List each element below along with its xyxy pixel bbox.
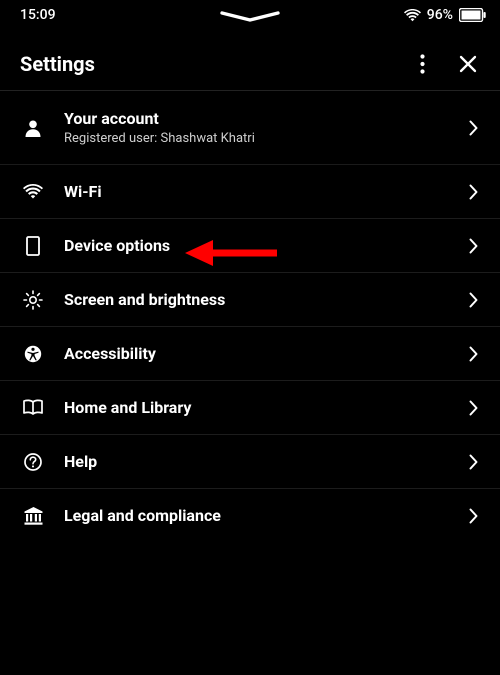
settings-item-title: Screen and brightness (64, 290, 459, 310)
chevron-right-icon (469, 292, 478, 308)
settings-item-wifi[interactable]: Wi-Fi (0, 165, 500, 219)
settings-item-accessibility[interactable]: Accessibility (0, 327, 500, 381)
settings-item-help[interactable]: Help (0, 435, 500, 489)
more-vertical-icon (420, 54, 425, 74)
accessibility-icon (20, 345, 46, 363)
settings-item-title: Device options (64, 236, 459, 256)
page-title: Settings (20, 52, 95, 76)
settings-item-home-library[interactable]: Home and Library (0, 381, 500, 435)
chevron-right-icon (469, 508, 478, 524)
chevron-right-icon (469, 346, 478, 362)
settings-item-title: Wi-Fi (64, 182, 459, 202)
settings-item-device-options[interactable]: Device options (0, 219, 500, 273)
settings-list: Your account Registered user: Shashwat K… (0, 91, 500, 543)
library-icon (20, 399, 46, 416)
wifi-icon (20, 184, 46, 199)
help-icon (20, 453, 46, 471)
device-icon (20, 236, 46, 256)
settings-item-title: Accessibility (64, 344, 459, 364)
status-right: 96% (404, 7, 486, 23)
settings-item-title: Your account (64, 109, 459, 129)
chevron-right-icon (469, 238, 478, 254)
chevron-right-icon (469, 120, 478, 136)
settings-item-subtitle: Registered user: Shashwat Khatri (64, 131, 459, 146)
settings-header: Settings (0, 30, 500, 91)
chevron-right-icon (469, 454, 478, 470)
wifi-status-icon (404, 9, 421, 22)
brightness-icon (20, 290, 46, 310)
legal-icon (20, 507, 46, 525)
drag-handle-icon (219, 10, 281, 24)
close-icon (459, 55, 477, 73)
more-menu-button[interactable] (410, 52, 434, 76)
header-actions (410, 52, 480, 76)
settings-item-legal[interactable]: Legal and compliance (0, 489, 500, 543)
close-button[interactable] (456, 52, 480, 76)
chevron-right-icon (469, 184, 478, 200)
chevron-right-icon (469, 400, 478, 416)
account-icon (20, 119, 46, 137)
status-time: 15:09 (20, 7, 56, 23)
settings-item-title: Legal and compliance (64, 506, 459, 526)
settings-item-screen-brightness[interactable]: Screen and brightness (0, 273, 500, 327)
settings-item-title: Help (64, 452, 459, 472)
battery-icon (459, 8, 486, 22)
battery-percent: 96% (427, 7, 453, 23)
settings-item-account[interactable]: Your account Registered user: Shashwat K… (0, 91, 500, 165)
settings-item-title: Home and Library (64, 398, 459, 418)
